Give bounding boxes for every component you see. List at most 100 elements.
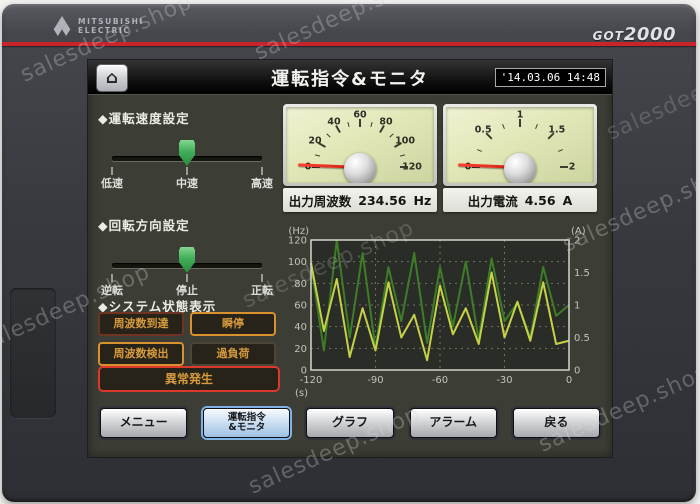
nav-button-label: 戻る: [544, 415, 569, 430]
brand-line2: ELECTRIC: [78, 26, 131, 35]
gauge-tick-mark: [370, 121, 373, 128]
left-axis-tick: 80: [294, 279, 307, 290]
title-bar: ⌂ 運転指令&モニタ '14.03.06 14:48: [88, 60, 612, 95]
brand-line1: MITSUBISHI: [78, 16, 144, 26]
x-axis-tick: -30: [496, 375, 512, 386]
nav-button-label: &モニタ: [228, 422, 266, 433]
right-axis-tick: 1.5: [574, 268, 590, 279]
slider-handle[interactable]: [179, 247, 195, 273]
slider-label: 高速: [251, 177, 273, 190]
gauge-tick-label: 100: [395, 135, 415, 147]
right-axis-tick: 0.5: [574, 333, 590, 344]
left-axis-unit: (Hz): [288, 226, 309, 237]
gauge-face: 0 0.5 1 1.5 2: [446, 107, 594, 183]
gauge-tick-mark: [535, 123, 539, 129]
gauge-tick-label: 1: [516, 109, 524, 121]
model-prefix: GOT: [592, 29, 624, 43]
gauge-tick-label: 60: [353, 109, 367, 121]
gauge-tick-label: 1.5: [548, 124, 566, 136]
readout-label: 出力周波数: [288, 193, 352, 209]
gauge-tick-mark: [399, 154, 406, 157]
speed-slider[interactable]: 低速 中速 高速: [101, 140, 273, 190]
slider-label: 正転: [251, 284, 273, 297]
status-lamp-grid: 周波数到達 瞬停 周波数検出 過負荷: [98, 312, 276, 366]
alarm-lamp: 異常発生: [98, 366, 280, 392]
speed-section-title: ◆運転速度設定: [98, 111, 190, 126]
output-frequency-gauge: 0 20 40 60 80 100 120 出力周波数 234.56 Hz: [283, 104, 437, 212]
direction-slider[interactable]: 逆転 停止 正転: [101, 247, 273, 297]
direction-section-title: ◆回転方向設定: [98, 218, 190, 233]
status-lamp: 瞬停: [190, 312, 276, 336]
gauge-tick-label: 0.5: [474, 124, 492, 136]
x-axis-tick: -60: [432, 375, 448, 386]
left-axis-tick: 100: [288, 257, 307, 268]
mitsubishi-diamonds-icon: [53, 16, 71, 36]
gauge-tick-mark: [326, 133, 331, 138]
touch-screen: ⌂ 運転指令&モニタ '14.03.06 14:48 ◆運転速度設定 低速 中速 高…: [88, 60, 612, 457]
slider-tick: [111, 274, 113, 282]
x-axis-tick: -120: [300, 375, 323, 386]
right-axis-tick: 0: [574, 366, 580, 377]
brand-text: MITSUBISHI ELECTRIC: [78, 17, 144, 36]
status-lamp: 周波数検出: [98, 342, 184, 366]
gauge-tick-mark: [560, 166, 568, 168]
trend-chart-svg: 02040608010012000.511.52-120 -90 -60 -30 0(H…: [288, 226, 590, 399]
nav-button-current[interactable]: 運転指令 &モニタ: [203, 408, 291, 438]
readout-value: 234.56: [358, 192, 407, 208]
status-lamp: 周波数到達: [98, 312, 184, 336]
nav-button-グラフ[interactable]: グラフ: [306, 408, 394, 438]
left-axis-tick: 60: [294, 301, 307, 312]
right-axis-tick: 2: [574, 236, 580, 247]
gauge-tick-mark: [476, 148, 482, 152]
slider-tick: [261, 274, 263, 282]
gauge-tick-label: 40: [327, 116, 341, 128]
gauge-tick-mark: [314, 154, 321, 157]
slider-handle[interactable]: [179, 140, 195, 166]
gauge-face: 0 20 40 60 80 100 120: [286, 107, 434, 183]
readout-unit: A: [562, 192, 573, 208]
slider-label: 低速: [101, 177, 123, 190]
slider-tick: [261, 167, 263, 175]
nav-button-label: アラーム: [429, 415, 478, 430]
trend-chart: 0 20 40 60 80 100 120 0 0.5 1 1.5 2 -120 -90 -60 -30 0 (H…: [281, 224, 603, 402]
bezel-side-cover: [10, 288, 56, 418]
gauge-tick-label: 80: [379, 116, 393, 128]
left-axis-tick: 120: [288, 236, 307, 247]
slider-label: 中速: [176, 177, 198, 190]
gauge-tick-label: 2: [568, 161, 576, 173]
gauge-tick-label: 120: [402, 161, 422, 173]
gauge-tick-mark: [501, 123, 505, 129]
slider-tick: [186, 274, 188, 282]
slider-tick: [186, 167, 188, 175]
right-axis-unit: (A): [571, 226, 586, 237]
bezel-red-stripe: [2, 42, 696, 46]
gauge-panel: 0 0.5 1 1.5 2: [443, 104, 597, 186]
status-lamp: 過負荷: [190, 342, 276, 366]
device-bezel: MITSUBISHI ELECTRIC GOT 20 00 ⌂ 運転指令&モニタ '…: [2, 4, 696, 502]
output-current-gauge: 0 0.5 1 1.5 2 出力電流 4.56 A: [443, 104, 597, 212]
readout-unit: Hz: [413, 192, 432, 208]
x-axis-unit: (s): [295, 388, 308, 399]
footer-nav: メニュー 運転指令 &モニタ グラフ アラーム 戻る: [100, 408, 601, 438]
readout-value: 4.56: [524, 192, 556, 208]
nav-button-メニュー[interactable]: メニュー: [100, 408, 188, 438]
nav-button-アラーム[interactable]: アラーム: [409, 408, 497, 438]
gauge-panel: 0 20 40 60 80 100 120: [283, 104, 437, 186]
gauge-tick-mark: [347, 121, 350, 128]
datetime-display: '14.03.06 14:48: [494, 68, 606, 87]
nav-button-label: メニュー: [119, 415, 168, 430]
current-readout: 出力電流 4.56 A: [443, 188, 597, 212]
right-axis-tick: 1: [574, 301, 580, 312]
gauge-tick-mark: [388, 133, 394, 138]
slider-tick: [111, 167, 113, 175]
left-axis-tick: 20: [294, 344, 307, 355]
gauge-tick-mark: [558, 148, 564, 152]
readout-label: 出力電流: [467, 193, 518, 209]
x-axis-tick: -90: [367, 375, 383, 386]
gauge-tick-label: 20: [308, 135, 322, 147]
left-axis-tick: 40: [294, 322, 307, 333]
frequency-readout: 出力周波数 234.56 Hz: [283, 188, 437, 212]
nav-button-戻る[interactable]: 戻る: [512, 408, 601, 438]
x-axis-tick: 0: [566, 375, 572, 386]
gauge-knob: [344, 153, 376, 183]
